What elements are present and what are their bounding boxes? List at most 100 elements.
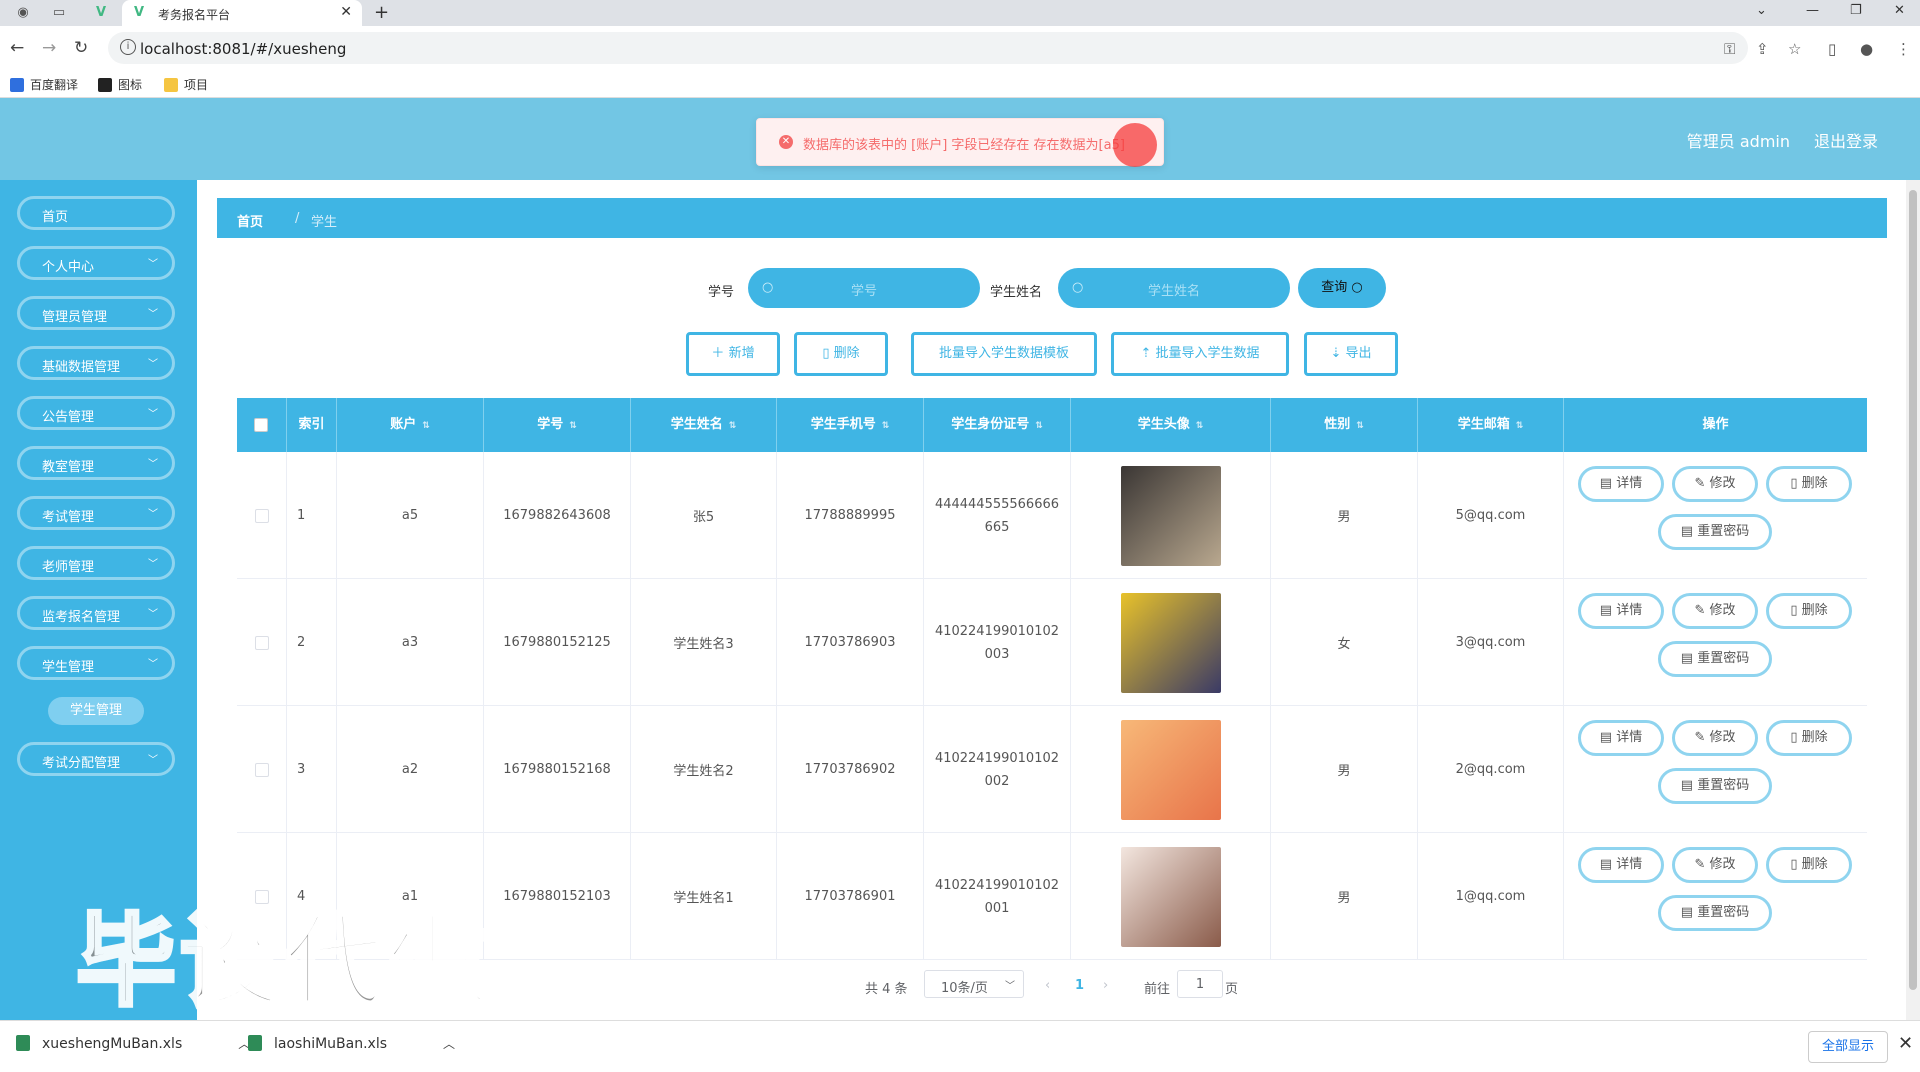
row-delete-button[interactable]: ▯ 删除 xyxy=(1766,593,1852,629)
info-icon[interactable]: i xyxy=(120,39,136,55)
select-all-checkbox[interactable] xyxy=(254,418,268,432)
chevron-down-icon[interactable]: ⌄ xyxy=(1756,3,1767,18)
breadcrumb-home[interactable]: 首页 xyxy=(237,211,263,230)
avatar[interactable] xyxy=(1120,592,1221,693)
table-cell: 410224199010102 001 xyxy=(924,833,1071,960)
forward-icon[interactable]: → xyxy=(42,38,56,58)
reset-password-button[interactable]: ▤ 重置密码 xyxy=(1658,895,1772,931)
page-scrollbar[interactable] xyxy=(1906,180,1920,1020)
share-icon[interactable]: ⇪ xyxy=(1756,40,1769,58)
new-tab-icon[interactable]: + xyxy=(374,2,389,23)
close-icon[interactable]: ✕ xyxy=(340,4,352,20)
delete-button[interactable]: ▯ 删除 xyxy=(794,332,888,376)
sidebar-subitem-student[interactable]: 学生管理 xyxy=(48,697,144,725)
col-avatar[interactable]: 学生头像 ⇅ xyxy=(1071,398,1271,452)
detail-button[interactable]: ▤ 详情 xyxy=(1578,847,1664,883)
breadcrumb-current: 学生 xyxy=(311,215,338,230)
chevron-up-icon[interactable]: ︿ xyxy=(443,1037,455,1051)
sidebar-item-student[interactable]: 学生管理 ﹀ xyxy=(17,646,175,680)
sidebar-item-home[interactable]: 首页 xyxy=(17,196,175,230)
reset-password-button[interactable]: ▤ 重置密码 xyxy=(1658,514,1772,550)
restore-icon[interactable]: ❐ xyxy=(1850,3,1862,18)
sidebar-item-admin[interactable]: 管理员管理 ﹀ xyxy=(17,296,175,330)
sidepanel-icon[interactable]: ▯ xyxy=(1828,40,1836,58)
col-student-no[interactable]: 学号 ⇅ xyxy=(484,398,631,452)
col-gender[interactable]: 性别 ⇅ xyxy=(1271,398,1418,452)
col-phone[interactable]: 学生手机号 ⇅ xyxy=(777,398,924,452)
row-delete-button[interactable]: ▯ 删除 xyxy=(1766,466,1852,502)
download-item-2[interactable]: laoshiMuBan.xls ︿ xyxy=(248,1035,455,1052)
page-number[interactable]: 1 xyxy=(1075,978,1084,993)
row-index: 1 xyxy=(297,508,306,523)
reload-icon[interactable]: ↻ xyxy=(74,38,88,58)
download-item-1[interactable]: xueshengMuBan.xls ︿ xyxy=(16,1035,250,1052)
close-downloads-icon[interactable]: ✕ xyxy=(1898,1033,1913,1054)
table-header: 索引 账户 ⇅ 学号 ⇅ 学生姓名 ⇅ 学生手机号 ⇅ 学生身份证号 ⇅ 学生头像 ⇅ 性别… xyxy=(237,398,1867,452)
profile-icon[interactable]: ● xyxy=(1860,40,1873,58)
col-name[interactable]: 学生姓名 ⇅ xyxy=(631,398,777,452)
sidebar-item-notice[interactable]: 公告管理 ﹀ xyxy=(17,396,175,430)
key-icon[interactable]: ⚿ xyxy=(1724,40,1735,58)
page-size-select[interactable]: 10条/页 ﹀ xyxy=(924,970,1024,998)
table-cell: 5@qq.com xyxy=(1418,452,1564,579)
star-icon[interactable]: ☆ xyxy=(1788,40,1801,58)
tab-icon[interactable]: ▭ xyxy=(50,4,68,22)
sidebar-item-classroom[interactable]: 教室管理 ﹀ xyxy=(17,446,175,480)
url-field[interactable]: i localhost:8081/#/xuesheng xyxy=(108,32,1748,64)
row-checkbox[interactable] xyxy=(254,635,269,650)
reset-password-button[interactable]: ▤ 重置密码 xyxy=(1658,768,1772,804)
add-button[interactable]: ＋ 新增 xyxy=(686,332,780,376)
sidebar-item-exam-assign[interactable]: 考试分配管理 ﹀ xyxy=(17,742,175,776)
sidebar-item-personal[interactable]: 个人中心 ﹀ xyxy=(17,246,175,280)
sidebar-item-proctor[interactable]: 监考报名管理 ﹀ xyxy=(17,596,175,630)
col-actions: 操作 xyxy=(1702,417,1729,432)
avatar[interactable] xyxy=(1120,846,1221,947)
row-delete-button[interactable]: ▯ 删除 xyxy=(1766,720,1852,756)
menu-icon[interactable]: ⋮ xyxy=(1896,40,1911,58)
bookmark-project[interactable]: 项目 xyxy=(164,76,208,93)
edit-button[interactable]: ✎ 修改 xyxy=(1672,466,1758,502)
edit-button[interactable]: ✎ 修改 xyxy=(1672,593,1758,629)
bookmark-baidu-translate[interactable]: 百度翻译 xyxy=(10,76,78,93)
bookmark-icons[interactable]: 图标 xyxy=(98,76,142,93)
sidebar-item-teacher[interactable]: 老师管理 ﹀ xyxy=(17,546,175,580)
query-button[interactable]: 查询 ○ xyxy=(1298,268,1386,308)
scrollbar-thumb[interactable] xyxy=(1909,190,1917,990)
row-checkbox[interactable] xyxy=(254,508,269,523)
show-all-downloads-button[interactable]: 全部显示 xyxy=(1808,1031,1888,1063)
edit-button[interactable]: ✎ 修改 xyxy=(1672,847,1758,883)
prev-page-icon[interactable]: ‹ xyxy=(1045,978,1050,993)
detail-button[interactable]: ▤ 详情 xyxy=(1578,593,1664,629)
minimize-icon[interactable]: — xyxy=(1806,3,1819,18)
globe-icon[interactable]: ◉ xyxy=(14,4,32,22)
import-button[interactable]: ⇡ 批量导入学生数据 xyxy=(1111,332,1289,376)
col-account[interactable]: 账户 ⇅ xyxy=(337,398,484,452)
next-page-icon[interactable]: › xyxy=(1103,978,1108,993)
avatar[interactable] xyxy=(1120,465,1221,566)
student-no-input[interactable]: ○ 学号 xyxy=(748,268,980,308)
row-checkbox[interactable] xyxy=(254,762,269,777)
export-button[interactable]: ⇣ 导出 xyxy=(1304,332,1398,376)
col-email[interactable]: 学生邮箱 ⇅ xyxy=(1418,398,1564,452)
table-row: 2 a3 1679880152125 学生姓名3 17703786903 41022419… xyxy=(237,579,1867,706)
sidebar-item-basedata[interactable]: 基础数据管理 ﹀ xyxy=(17,346,175,380)
current-user: 管理员 admin xyxy=(1686,132,1790,151)
student-name-input[interactable]: ○ 学生姓名 xyxy=(1058,268,1290,308)
reset-password-button[interactable]: ▤ 重置密码 xyxy=(1658,641,1772,677)
detail-button[interactable]: ▤ 详情 xyxy=(1578,466,1664,502)
logout-button[interactable]: 退出登录 xyxy=(1814,128,1878,152)
goto-page-input[interactable]: 1 xyxy=(1177,970,1223,998)
import-template-button[interactable]: 批量导入学生数据模板 xyxy=(911,332,1097,376)
window-close-icon[interactable]: ✕ xyxy=(1894,3,1905,18)
col-idcard[interactable]: 学生身份证号 ⇅ xyxy=(924,398,1071,452)
back-icon[interactable]: ← xyxy=(10,38,24,58)
chevron-down-icon: ﹀ xyxy=(148,409,158,420)
edit-button[interactable]: ✎ 修改 xyxy=(1672,720,1758,756)
detail-button[interactable]: ▤ 详情 xyxy=(1578,720,1664,756)
browser-tab-active[interactable]: V 考务报名平台 ✕ xyxy=(122,0,362,26)
table-cell: ▤ 详情 ✎ 修改 ▯ 删除 ▤ 重置密码 xyxy=(1564,579,1867,706)
vue-icon[interactable]: V xyxy=(92,4,110,22)
row-delete-button[interactable]: ▯ 删除 xyxy=(1766,847,1852,883)
avatar[interactable] xyxy=(1120,719,1221,820)
sidebar-item-exam[interactable]: 考试管理 ﹀ xyxy=(17,496,175,530)
